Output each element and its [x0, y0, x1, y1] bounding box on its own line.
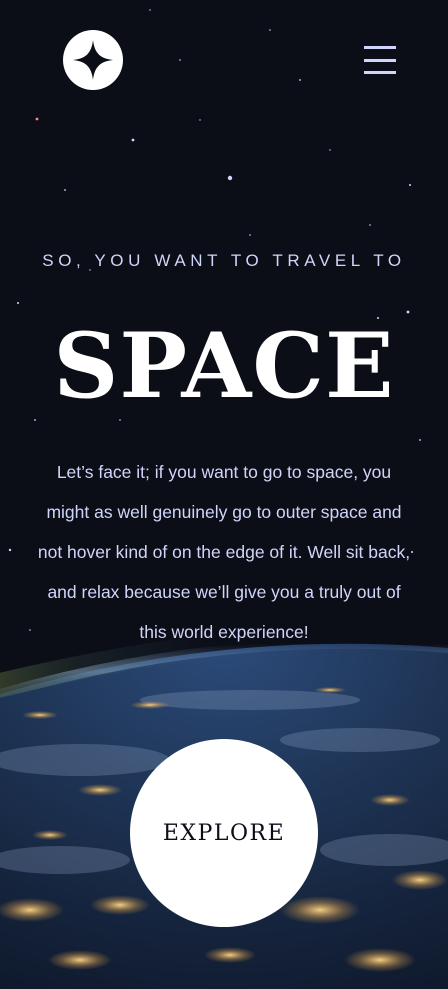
- star-logo-icon: [73, 40, 113, 80]
- home-logo-link[interactable]: [63, 30, 123, 90]
- hero-description: Let’s face it; if you want to go to spac…: [37, 462, 411, 642]
- hero-title: SPACE: [53, 313, 395, 419]
- hamburger-menu-icon[interactable]: [364, 46, 396, 74]
- site-header: [0, 0, 448, 120]
- hero-eyebrow: SO, YOU WANT TO TRAVEL TO: [42, 251, 406, 270]
- menu-bar: [364, 71, 396, 74]
- explore-button[interactable]: EXPLORE: [130, 739, 318, 927]
- menu-bar: [364, 58, 396, 62]
- menu-bar: [364, 46, 396, 49]
